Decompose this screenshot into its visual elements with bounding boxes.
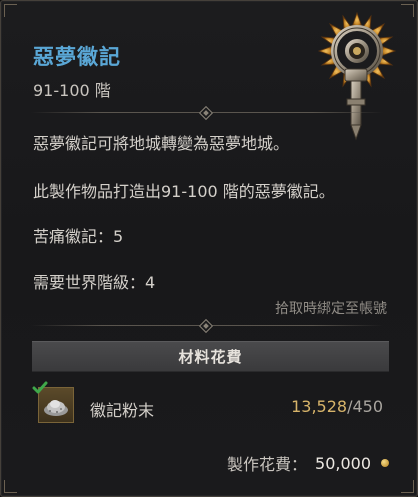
section-divider <box>31 318 383 334</box>
affix-line: 苦痛徽記：5 <box>33 227 124 246</box>
bind-note: 拾取時綁定至帳號 <box>275 301 387 317</box>
requirement-line: 需要世界階級：4 <box>33 273 156 292</box>
material-row[interactable]: 徽記粉末 13,528/450 <box>32 381 389 429</box>
craft-cost: 製作花費： 50,000 <box>227 451 389 475</box>
material-quantity: 13,528/450 <box>291 397 383 416</box>
description-line: 惡夢徽記可將地城轉變為惡夢地城。 <box>33 134 290 153</box>
item-tooltip: 惡夢徽記 91-100 階 惡夢徽記可將地城轉變為惡夢地城。 此製作物品打造出9… <box>0 0 418 497</box>
craft-cost-value: 50,000 <box>315 453 371 473</box>
checkmark-icon <box>32 381 48 394</box>
item-name: 惡夢徽記 <box>33 45 121 69</box>
materials-header: 材料花費 <box>32 341 389 372</box>
frame-corner <box>4 480 17 493</box>
nightmare-sigil-icon <box>317 11 397 141</box>
material-have: 13,528 <box>291 397 348 416</box>
frame-corner <box>401 480 414 493</box>
material-need: 450 <box>352 397 383 416</box>
materials-header-label: 材料花費 <box>178 348 243 366</box>
gold-coin-icon <box>381 459 389 467</box>
section-divider <box>31 105 383 121</box>
frame-corner <box>4 4 17 17</box>
item-tier: 91-100 階 <box>33 81 111 100</box>
craft-cost-label: 製作花費： <box>227 455 308 474</box>
description-line: 此製作物品打造出91-100 階的惡夢徽記。 <box>33 182 335 201</box>
material-name: 徽記粉末 <box>90 401 155 420</box>
